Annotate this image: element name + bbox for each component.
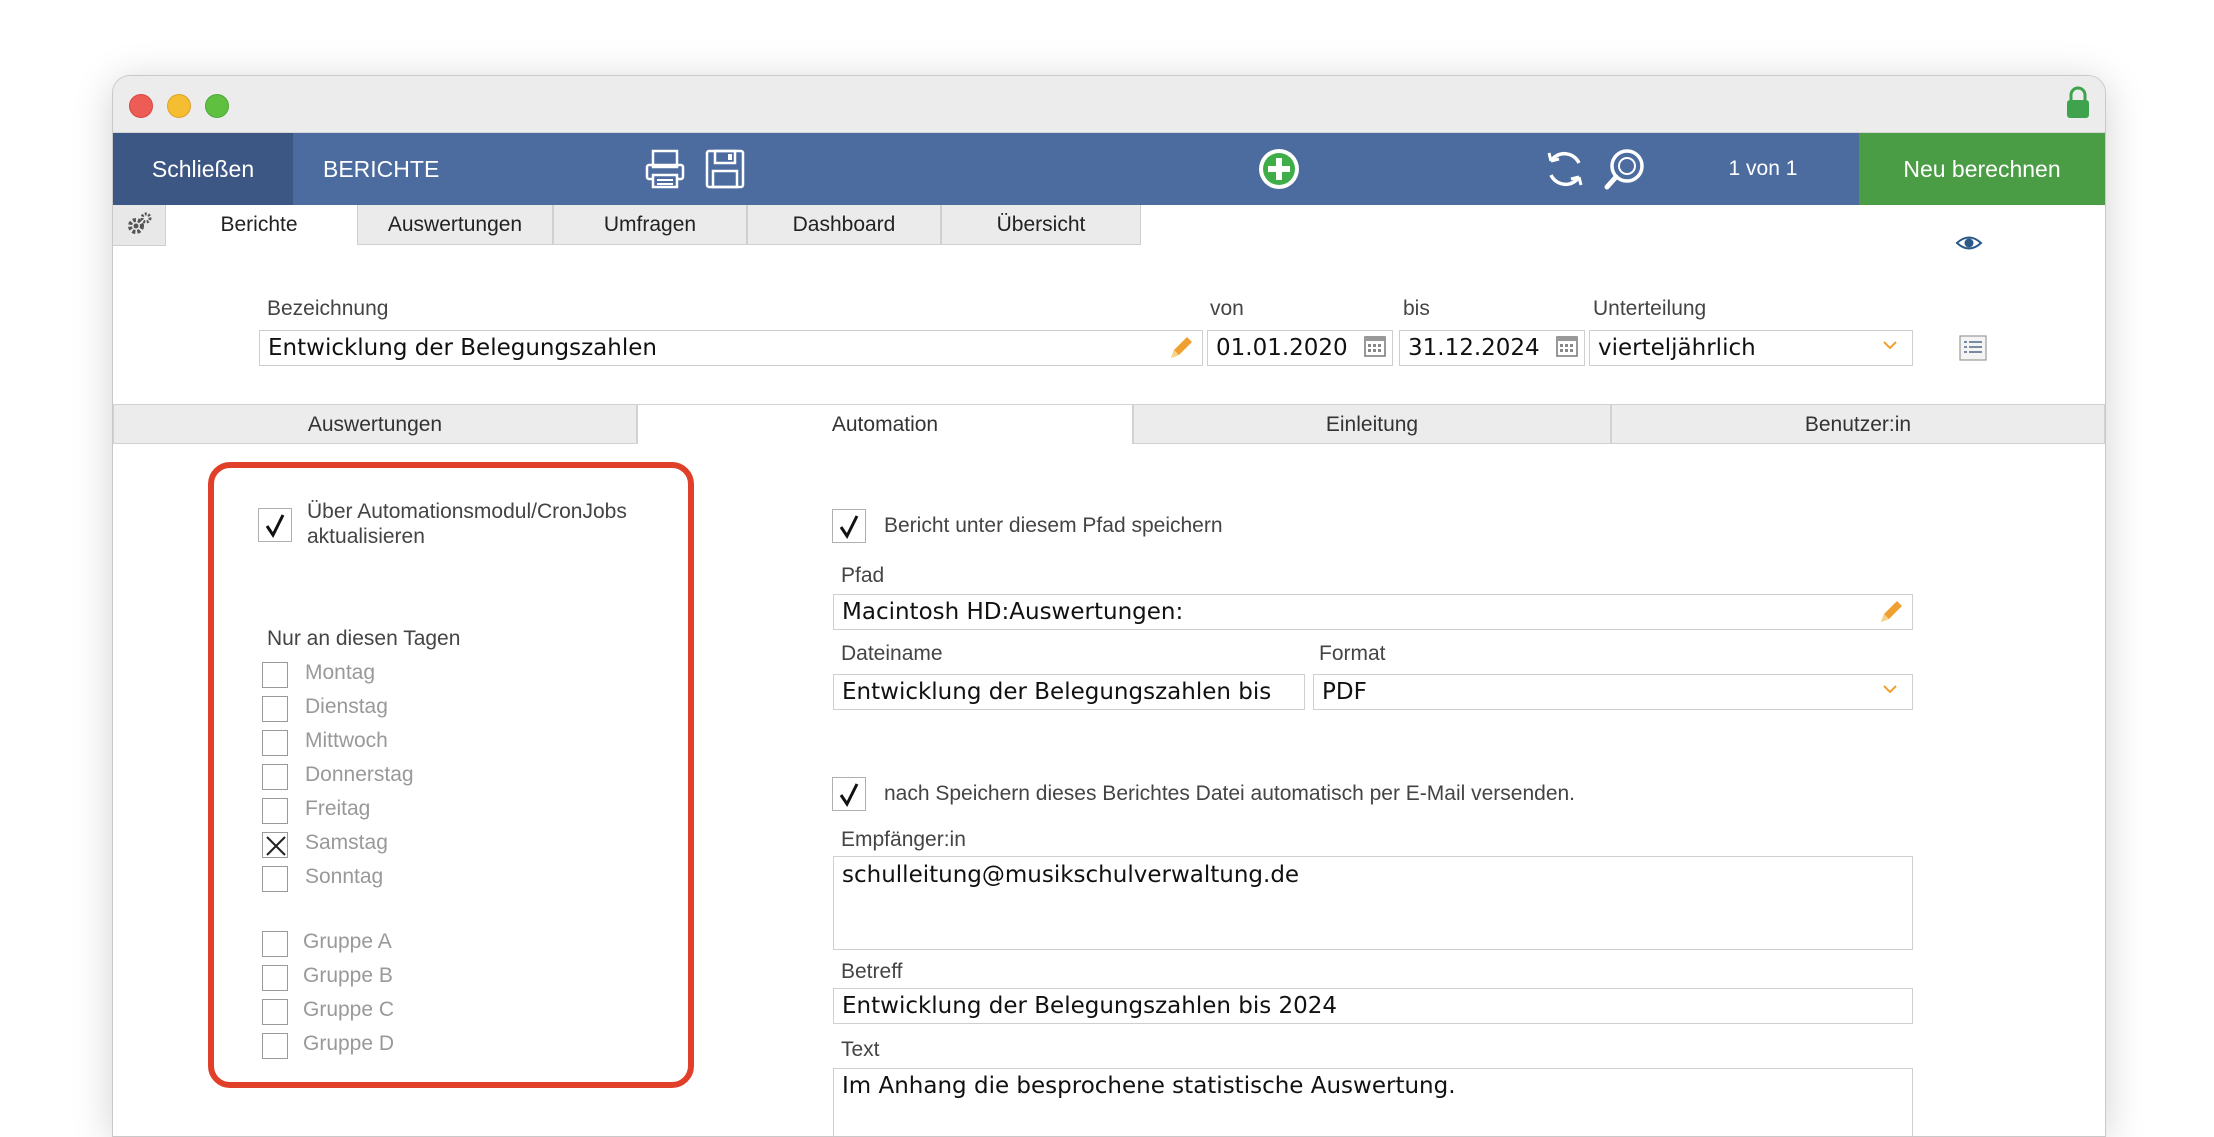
gear-icon	[128, 212, 152, 234]
sub-tab-bar: Auswertungen Automation Einleitung Benut…	[113, 404, 2105, 444]
save-to-path-checkbox[interactable]	[832, 509, 866, 543]
record-pager: 1 von 1	[1728, 157, 1798, 180]
subtab-benutzer[interactable]: Benutzer:in	[1611, 404, 2105, 444]
send-email-checkbox[interactable]	[832, 777, 866, 811]
save-to-path-label: Bericht unter diesem Pfad speichern	[884, 514, 1223, 537]
add-icon[interactable]	[1255, 145, 1303, 193]
settings-button[interactable]	[113, 205, 166, 246]
module-title: BERICHTE	[323, 156, 440, 182]
filename-label: Dateiname	[841, 642, 943, 665]
division-select[interactable]: vierteljährlich	[1589, 330, 1913, 366]
format-label: Format	[1319, 642, 1386, 665]
eye-icon[interactable]	[1955, 234, 1983, 252]
tab-berichte[interactable]: Berichte	[169, 205, 349, 245]
close-button[interactable]: Schließen	[113, 133, 293, 205]
subject-field[interactable]: Entwicklung der Belegungszahlen bis 2024	[833, 988, 1913, 1024]
path-field[interactable]: Macintosh HD:Auswertungen:	[833, 594, 1913, 630]
name-label: Bezeichnung	[267, 297, 389, 320]
highlight-frame	[208, 462, 694, 1088]
subject-label: Betreff	[841, 960, 903, 983]
checkmark-icon	[839, 783, 859, 807]
chevron-down-icon	[1883, 341, 1897, 350]
main-tab-bar: Berichte Auswertungen Umfragen Dashboard…	[113, 205, 2105, 247]
subtab-einleitung[interactable]: Einleitung	[1133, 404, 1611, 444]
minimize-window-button[interactable]	[167, 94, 191, 118]
division-label: Unterteilung	[1593, 297, 1707, 320]
recipient-field[interactable]: schulleitung@musikschulverwaltung.de	[833, 856, 1913, 950]
subtab-auswertungen[interactable]: Auswertungen	[113, 404, 637, 444]
recipient-label: Empfänger:in	[841, 828, 966, 851]
zoom-window-button[interactable]	[205, 94, 229, 118]
toolbar: Schließen BERICHTE 1 von 1 Neu berechnen	[113, 133, 2105, 205]
checkmark-icon	[839, 515, 859, 539]
calendar-icon[interactable]	[1555, 334, 1579, 358]
send-email-label: nach Speichern dieses Berichtes Datei au…	[884, 782, 1576, 805]
list-icon[interactable]	[1959, 334, 1987, 362]
close-window-button[interactable]	[129, 94, 153, 118]
title-bar	[113, 76, 2105, 133]
pencil-icon[interactable]	[1877, 598, 1905, 626]
report-name-field[interactable]: Entwicklung der Belegungszahlen	[259, 330, 1203, 366]
from-label: von	[1210, 297, 1244, 320]
calendar-icon[interactable]	[1363, 334, 1387, 358]
tab-dashboard[interactable]: Dashboard	[747, 205, 941, 245]
path-label: Pfad	[841, 564, 885, 587]
filename-field[interactable]: Entwicklung der Belegungszahlen bis	[833, 674, 1305, 710]
recalculate-button[interactable]: Neu berechnen	[1859, 133, 2105, 205]
save-icon[interactable]	[701, 145, 749, 193]
email-text-field[interactable]: Im Anhang die besprochene statistische A…	[833, 1068, 1913, 1136]
print-icon[interactable]	[641, 145, 689, 193]
to-label: bis	[1403, 297, 1430, 320]
format-select[interactable]: PDF	[1313, 674, 1913, 710]
search-icon[interactable]	[1601, 145, 1649, 193]
pencil-icon[interactable]	[1167, 334, 1195, 362]
text-label: Text	[841, 1038, 880, 1061]
refresh-icon[interactable]	[1541, 145, 1589, 193]
subtab-automation[interactable]: Automation	[637, 404, 1133, 444]
tab-umfragen[interactable]: Umfragen	[553, 205, 747, 245]
tab-auswertungen[interactable]: Auswertungen	[357, 205, 553, 245]
chevron-down-icon	[1883, 685, 1897, 694]
tab-uebersicht[interactable]: Übersicht	[941, 205, 1141, 245]
lock-icon	[2067, 86, 2089, 118]
